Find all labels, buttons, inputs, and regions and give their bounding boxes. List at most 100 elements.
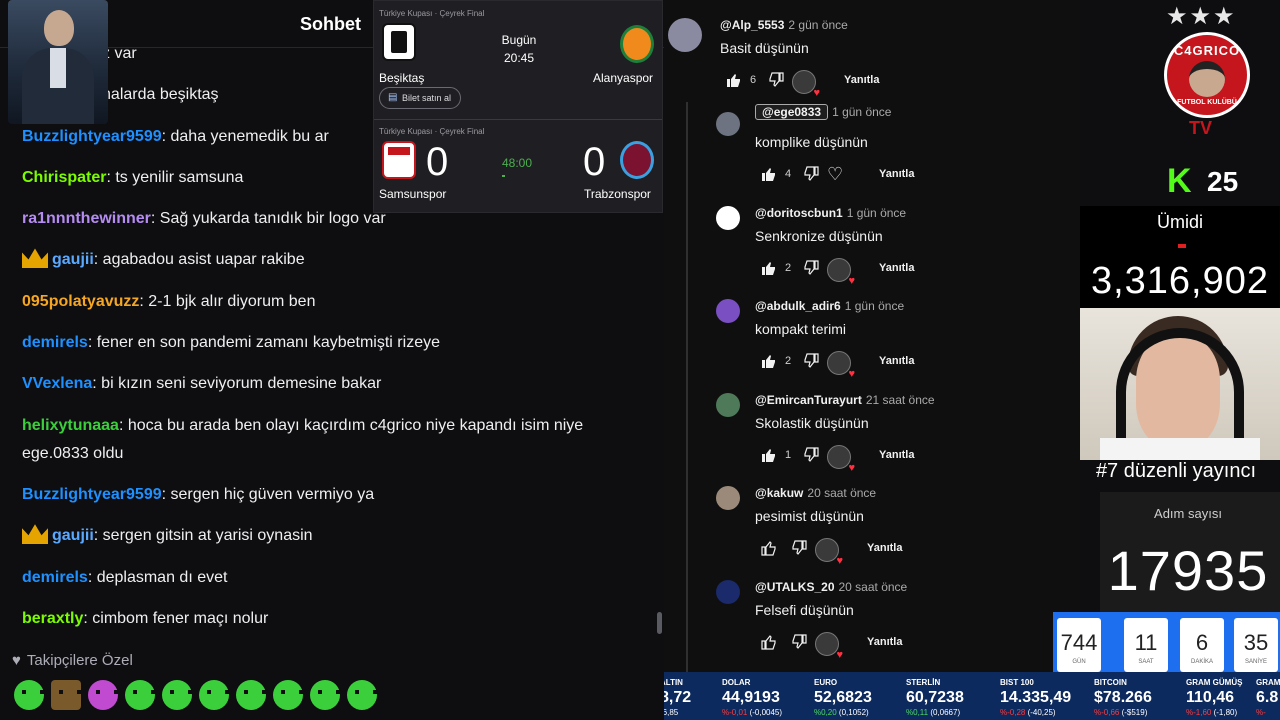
like-icon[interactable]: [761, 540, 777, 556]
frog-think-emote[interactable]: [310, 680, 340, 710]
comment-avatar[interactable]: [668, 18, 702, 52]
frog-shy-emote[interactable]: [236, 680, 266, 710]
comment-handle[interactable]: @abdulk_adir6: [755, 299, 841, 313]
box-emote[interactable]: [51, 680, 81, 710]
creator-heart-icon[interactable]: [827, 445, 855, 474]
comment-handle[interactable]: @doritoscbun1: [755, 206, 843, 220]
stream-layout: Sohbet bir bildiğimiz varakmi: uzatmalar…: [0, 0, 1280, 720]
clown-emote[interactable]: [88, 680, 118, 710]
ticker-delta: (-0,0045): [747, 708, 783, 717]
reply-button[interactable]: Yanıtla: [844, 74, 879, 86]
ticker-delta: (0,1052): [836, 708, 869, 717]
chat-username[interactable]: Buzzlightyear9599: [22, 486, 162, 503]
like-icon[interactable]: [726, 72, 742, 88]
reply-button[interactable]: Yanıtla: [879, 262, 914, 274]
comment-header: @ege0833 1 gün önce: [755, 104, 891, 120]
frog-love-emote[interactable]: [347, 680, 377, 710]
countdown-label: DAKİKA: [1190, 659, 1213, 665]
frog-cry-emote[interactable]: [199, 680, 229, 710]
crown-badge-icon: [22, 248, 48, 269]
chat-username[interactable]: helixytunaaa: [22, 417, 119, 434]
frog-laugh-emote[interactable]: [273, 680, 303, 710]
chat-username[interactable]: gaujii: [52, 527, 94, 544]
comment-avatar[interactable]: [716, 580, 740, 604]
frog-hat-emote[interactable]: [162, 680, 192, 710]
comment-time: 1 gün önce: [844, 299, 905, 313]
market-ticker: ALTIN 8,72 -6,85 DOLAR 44,9193 %-0,01 (-0,00…: [664, 672, 1280, 720]
comment-actions: 2 Yanıtla: [761, 351, 1061, 380]
chat-username[interactable]: VVexlena: [22, 375, 92, 392]
creator-heart-icon[interactable]: [827, 258, 855, 287]
reply-button[interactable]: Yanıtla: [867, 542, 902, 554]
comment-item: @doritoscbun1 1 gün önce Senkronize düşünü…: [664, 206, 1080, 296]
like-icon[interactable]: [761, 447, 777, 463]
ticker-label: BIST 100: [1000, 678, 1034, 687]
creator-heart-icon[interactable]: [815, 632, 843, 661]
reply-button[interactable]: Yanıtla: [879, 355, 914, 367]
comment-handle[interactable]: @UTALKS_20: [755, 580, 835, 594]
comment-item: @abdulk_adir61 gün önce kompakt terimi 2 Ya…: [664, 299, 1080, 389]
like-icon[interactable]: [761, 353, 777, 369]
heart-icon[interactable]: ♡: [827, 164, 843, 185]
chat-text: bi kızın seni seviyorum demesine bakar: [101, 375, 382, 393]
comment-actions: 6 Yanıtla: [726, 70, 1026, 99]
chat-username[interactable]: 095polatyavuzz: [22, 293, 139, 310]
comment-item: @UTALKS_2020 saat önce Felsefi düşünün Yan…: [664, 580, 1080, 670]
dislike-icon[interactable]: [803, 353, 819, 369]
creator-heart-icon[interactable]: [792, 70, 820, 99]
crown-badge-icon: [22, 524, 48, 545]
comment-handle[interactable]: @ege0833: [755, 104, 829, 120]
chat-scrollbar[interactable]: [657, 612, 662, 634]
dislike-icon[interactable]: [768, 72, 784, 88]
ticker-label: EURO: [814, 678, 838, 687]
countdown-sani̇ye: 35 SANİYE: [1234, 618, 1278, 672]
chat-username[interactable]: demirels: [22, 569, 88, 586]
countdown-value: 11: [1134, 630, 1158, 655]
comment-avatar[interactable]: [716, 393, 740, 417]
chat-username[interactable]: ra1nnnthewinner: [22, 210, 151, 227]
like-icon[interactable]: [761, 166, 777, 182]
comment-avatar[interactable]: [716, 112, 740, 136]
comment-handle[interactable]: @Alp_5553: [720, 18, 784, 32]
like-icon[interactable]: [761, 260, 777, 276]
reply-button[interactable]: Yanıtla: [879, 168, 914, 180]
ticker-change: %0,20 (0,1052): [814, 708, 869, 717]
dislike-icon[interactable]: [791, 540, 807, 556]
chat-colon: :: [161, 127, 171, 145]
countdown-label: GÜN: [1072, 659, 1086, 665]
chat-username[interactable]: gaujii: [52, 251, 94, 268]
live-dot: [1178, 244, 1186, 248]
like-icon[interactable]: [761, 634, 777, 650]
reply-button[interactable]: Yanıtla: [867, 636, 902, 648]
comment-avatar[interactable]: [716, 486, 740, 510]
ticker-label: GRAM GÜMÜŞ: [1186, 678, 1243, 687]
ticker-label: DOLAR: [722, 678, 751, 687]
comment-handle[interactable]: @EmircanTurayurt: [755, 393, 862, 407]
dislike-icon[interactable]: [791, 634, 807, 650]
creator-heart-icon[interactable]: [827, 351, 855, 380]
like-count: 4: [785, 168, 792, 180]
dislike-icon[interactable]: [803, 447, 819, 463]
comment-handle[interactable]: @kakuw: [755, 486, 803, 500]
comment-time: 20 saat önce: [807, 486, 877, 500]
ticker-percent: %-1,60: [1186, 708, 1212, 717]
comment-text: Senkronize düşünün: [755, 228, 883, 244]
chat-username[interactable]: beraxtly: [22, 610, 83, 627]
chat-username[interactable]: demirels: [22, 334, 88, 351]
creator-heart-icon[interactable]: [815, 538, 843, 567]
home-team-2: Samsunspor: [379, 187, 447, 201]
pepe-emote[interactable]: [14, 680, 44, 710]
buy-ticket-button[interactable]: Bilet satın al: [379, 87, 461, 109]
comment-avatar[interactable]: [716, 206, 740, 230]
reply-button[interactable]: Yanıtla: [879, 449, 914, 461]
heart-icon: ♥: [12, 652, 21, 669]
comment-actions: 4 ♡ Yanıtla: [761, 164, 1061, 188]
dislike-icon[interactable]: [803, 166, 819, 182]
chat-username[interactable]: Buzzlightyear9599: [22, 128, 162, 145]
frog-emote[interactable]: [125, 680, 155, 710]
dislike-icon[interactable]: [803, 260, 819, 276]
ticker-change: %-: [1256, 708, 1266, 717]
chat-message: demirels: fener en son pandemi zamanı ka…: [22, 329, 652, 357]
comment-avatar[interactable]: [716, 299, 740, 323]
chat-username[interactable]: Chirispater: [22, 169, 106, 186]
